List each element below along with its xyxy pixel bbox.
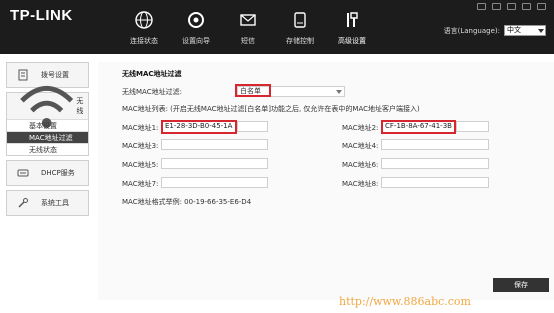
language-select[interactable]: 中文	[504, 25, 546, 36]
sidebar-item-system-tools[interactable]: 系统工具	[6, 190, 89, 216]
mac-input-4[interactable]	[381, 139, 489, 150]
nav-label: 短信	[241, 37, 255, 45]
battery-icon	[507, 3, 516, 10]
chevron-down-icon	[538, 29, 544, 33]
mac-label-3: MAC地址3:	[122, 142, 159, 150]
mac-label-5: MAC地址5:	[122, 161, 159, 169]
language-area: 语言(Language): 中文	[444, 25, 546, 36]
logo: TP-LINK	[10, 7, 73, 24]
mac-list-note: MAC地址列表: (开启无线MAC地址过滤[白名单]功能之后, 仅允许在表中的M…	[122, 105, 420, 113]
chevron-down-icon	[336, 90, 342, 94]
mail-status-icon	[477, 3, 486, 10]
sidebar-group-wireless: 无线 基本设置 MAC地址过滤 无线状态	[6, 86, 89, 156]
mac-label-2: MAC地址2:	[342, 124, 379, 132]
nav-label: 连接状态	[130, 37, 158, 45]
page-title: 无线MAC地址过滤	[122, 70, 182, 78]
storage-icon	[294, 12, 306, 28]
dhcp-icon	[17, 169, 29, 177]
mac-format-example: MAC地址格式举例: 00-19-66-35-E6-D4	[122, 198, 252, 206]
mac-input-6[interactable]	[381, 158, 489, 169]
mac-input-1[interactable]: E1-28-3D-B0-45-1A	[161, 120, 237, 134]
mac-input-2[interactable]: CF-1B-8A-67-41-3B	[381, 120, 456, 134]
mac-label-8: MAC地址8:	[342, 180, 379, 188]
mac-input-7[interactable]	[161, 177, 268, 188]
dialup-icon	[18, 69, 28, 81]
main-nav: 连接状态 设置向导 短信 存储控制 高级设置	[118, 8, 378, 46]
wrench-icon	[18, 198, 28, 208]
nav-storage[interactable]: 存储控制	[274, 8, 326, 46]
mac-input-3[interactable]	[161, 139, 268, 150]
mail-icon	[240, 14, 256, 26]
mac-input-8[interactable]	[381, 177, 489, 188]
watermark: http://www.886abc.com	[339, 295, 471, 308]
mac-input-5[interactable]	[161, 158, 268, 169]
nav-sms[interactable]: 短信	[222, 8, 274, 46]
save-button[interactable]: 保存	[493, 278, 549, 292]
mac-label-6: MAC地址6:	[342, 161, 379, 169]
globe-icon	[135, 11, 153, 29]
sim-status-icon	[492, 3, 501, 10]
language-label: 语言(Language):	[443, 26, 500, 35]
nav-label: 高级设置	[338, 37, 366, 45]
mac-input-1-tail	[237, 121, 268, 132]
nav-advanced-settings[interactable]: 高级设置	[326, 8, 378, 46]
status-icons	[477, 3, 546, 10]
top-bar: TP-LINK 连接状态 设置向导 短信 存储控制 高级设置 语言(Langua…	[0, 0, 554, 54]
mac-input-2-tail	[456, 121, 489, 132]
wizard-icon	[188, 12, 204, 28]
sidebar-item-label: DHCP服务	[41, 169, 75, 177]
sidebar-sub-wireless-status[interactable]: 无线状态	[7, 143, 88, 155]
mac-label-4: MAC地址4:	[342, 142, 379, 150]
sidebar: 拨号设置 无线 基本设置 MAC地址过滤 无线状态 DHCP服务 系统工具	[6, 62, 89, 302]
signal-icon	[522, 3, 531, 10]
mac-label-1: MAC地址1:	[122, 124, 159, 132]
sidebar-item-label: 系统工具	[41, 199, 69, 207]
sidebar-item-label: 无线	[76, 97, 84, 115]
nav-setup-wizard[interactable]: 设置向导	[170, 8, 222, 46]
nav-connection-status[interactable]: 连接状态	[118, 8, 170, 46]
nav-label: 存储控制	[286, 37, 314, 45]
sidebar-item-dhcp[interactable]: DHCP服务	[6, 160, 89, 186]
mac-label-7: MAC地址7:	[122, 180, 159, 188]
tools-icon	[347, 12, 358, 27]
filter-highlight	[235, 84, 271, 97]
filter-label: 无线MAC地址过滤:	[122, 88, 182, 96]
main-panel: 无线MAC地址过滤 无线MAC地址过滤: 白名单 MAC地址列表: (开启无线M…	[98, 62, 554, 300]
help-icon	[537, 3, 546, 10]
nav-label: 设置向导	[182, 37, 210, 45]
sidebar-item-wireless[interactable]: 无线	[7, 86, 88, 129]
